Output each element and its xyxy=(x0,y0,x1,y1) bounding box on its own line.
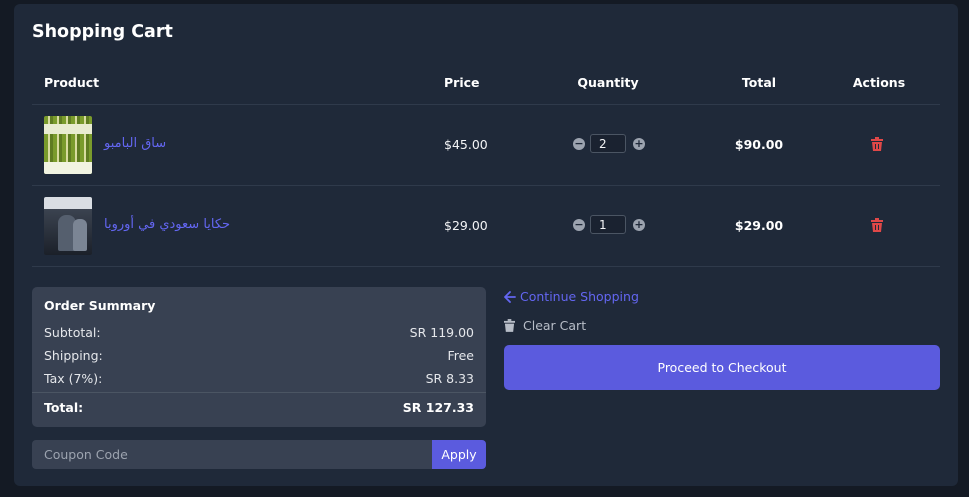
table-row: حكايا سعودي في أوروبا $29.00 − + $29.00 xyxy=(32,186,940,267)
header-total: Total xyxy=(741,75,777,90)
product-price: $29.00 xyxy=(444,218,488,233)
remove-item-button[interactable] xyxy=(871,136,887,154)
trash-icon xyxy=(871,218,883,232)
summary-divider xyxy=(32,392,486,393)
continue-shopping-link[interactable]: Continue Shopping xyxy=(504,289,639,304)
coupon-form: Apply xyxy=(32,440,486,469)
increase-quantity-button[interactable]: + xyxy=(633,219,645,231)
coupon-input[interactable] xyxy=(32,440,432,469)
decrease-quantity-button[interactable]: − xyxy=(573,138,585,150)
product-name-link[interactable]: حكايا سعودي في أوروبا xyxy=(104,217,230,232)
summary-title: Order Summary xyxy=(44,298,156,313)
quantity-input[interactable] xyxy=(590,134,626,153)
product-name-link[interactable]: ساق البامبو xyxy=(104,136,166,151)
order-summary: Order Summary Subtotal: SR 119.00 Shippi… xyxy=(32,287,486,427)
product-price: $45.00 xyxy=(444,137,488,152)
book-cover-image[interactable] xyxy=(44,197,92,255)
trash-icon xyxy=(871,137,883,151)
total-line: Total: SR 127.33 xyxy=(44,400,474,415)
header-product: Product xyxy=(44,75,100,90)
tax-line: Tax (7%): SR 8.33 xyxy=(44,371,474,386)
page-title: Shopping Cart xyxy=(32,22,173,42)
remove-item-button[interactable] xyxy=(871,217,887,235)
trash-icon xyxy=(504,319,515,332)
arrow-left-icon xyxy=(504,291,516,303)
header-actions: Actions xyxy=(852,75,906,90)
shipping-value: Free xyxy=(447,348,474,363)
row-total: $29.00 xyxy=(734,218,784,233)
apply-coupon-button[interactable]: Apply xyxy=(432,440,486,469)
table-row: ساق البامبو $45.00 − + $90.00 xyxy=(32,105,940,186)
total-value: SR 127.33 xyxy=(402,400,474,415)
subtotal-line: Subtotal: SR 119.00 xyxy=(44,325,474,340)
subtotal-label: Subtotal: xyxy=(44,325,101,340)
shipping-label: Shipping: xyxy=(44,348,103,363)
decrease-quantity-button[interactable]: − xyxy=(573,219,585,231)
total-label: Total: xyxy=(44,400,84,415)
quantity-stepper: − + xyxy=(573,133,647,155)
row-total: $90.00 xyxy=(734,137,784,152)
quantity-input[interactable] xyxy=(590,215,626,234)
shipping-line: Shipping: Free xyxy=(44,348,474,363)
header-quantity: Quantity xyxy=(577,75,639,90)
tax-label: Tax (7%): xyxy=(44,371,103,386)
table-header: Product Price Quantity Total Actions xyxy=(32,62,940,105)
continue-shopping-label: Continue Shopping xyxy=(520,289,639,304)
proceed-to-checkout-button[interactable]: Proceed to Checkout xyxy=(504,345,940,390)
clear-cart-label: Clear Cart xyxy=(523,318,587,333)
tax-value: SR 8.33 xyxy=(425,371,474,386)
header-price: Price xyxy=(444,75,480,90)
quantity-stepper: − + xyxy=(573,214,647,236)
cart-table: Product Price Quantity Total Actions ساق… xyxy=(32,62,940,267)
cart-panel: Shopping Cart Product Price Quantity Tot… xyxy=(14,4,958,486)
book-cover-image[interactable] xyxy=(44,116,92,174)
increase-quantity-button[interactable]: + xyxy=(633,138,645,150)
clear-cart-button[interactable]: Clear Cart xyxy=(504,318,586,333)
subtotal-value: SR 119.00 xyxy=(409,325,474,340)
